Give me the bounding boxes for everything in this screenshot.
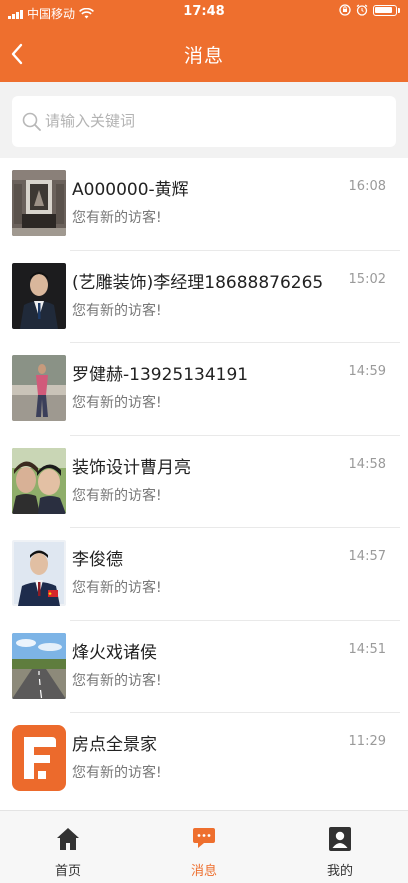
item-preview: 您有新的访客! <box>72 487 162 504</box>
search-box[interactable] <box>12 96 396 147</box>
avatar <box>12 632 66 699</box>
item-time: 16:08 <box>348 179 386 194</box>
item-time: 15:02 <box>348 271 386 287</box>
item-name: (艺雕装饰)李经理18688876265 <box>72 272 324 293</box>
battery-tip <box>398 7 400 13</box>
tab-label: 首页 <box>54 864 81 879</box>
item-time: 14:51 <box>348 641 386 657</box>
header: 中国移动 17:48 消息 <box>0 0 408 82</box>
message-list: A000000-黄辉 16:08 您有新的访客! (艺雕装饰)李经理186888… <box>0 158 408 810</box>
tab-label: 我的 <box>326 864 353 879</box>
list-item[interactable]: 李俊德 14:57 您有新的访客! <box>0 528 408 621</box>
search-icon <box>22 112 41 131</box>
avatar <box>12 540 66 606</box>
list-item[interactable]: 罗健赫-13925134191 14:59 您有新的访客! <box>0 343 408 436</box>
search-area <box>0 82 408 158</box>
tab-messages[interactable]: 消息 <box>136 811 272 883</box>
tab-profile[interactable]: 我的 <box>272 811 408 883</box>
avatar <box>12 355 66 421</box>
page-title: 消息 <box>183 45 224 67</box>
item-name: 烽火戏诸侯 <box>72 642 157 663</box>
list-item[interactable]: (艺雕装饰)李经理18688876265 15:02 您有新的访客! <box>0 251 408 344</box>
profile-icon <box>329 827 351 851</box>
item-name: 罗健赫-13925134191 <box>72 365 249 385</box>
item-name: 房点全景家 <box>72 735 157 755</box>
item-preview: 您有新的访客! <box>72 580 162 596</box>
avatar <box>12 170 66 236</box>
status-bar: 中国移动 17:48 <box>0 0 408 26</box>
avatar <box>12 447 66 514</box>
tab-home[interactable]: 首页 <box>0 811 136 883</box>
tab-label: 消息 <box>190 864 217 879</box>
item-name: 李俊德 <box>72 550 123 570</box>
item-preview: 您有新的访客! <box>72 210 162 226</box>
avatar <box>12 725 66 791</box>
item-preview: 您有新的访客! <box>72 765 162 781</box>
alarm-icon <box>356 4 368 16</box>
item-time: 11:29 <box>348 734 386 749</box>
list-item[interactable]: A000000-黄辉 16:08 您有新的访客! <box>0 158 408 251</box>
item-time: 14:58 <box>348 456 386 472</box>
search-input[interactable] <box>45 108 375 134</box>
tab-bar: 首页 消息 我的 <box>0 810 408 883</box>
item-preview: 您有新的访客! <box>72 302 162 319</box>
status-right <box>339 4 400 16</box>
home-icon <box>57 828 79 850</box>
list-item[interactable]: 装饰设计曹月亮 14:58 您有新的访客! <box>0 436 408 529</box>
orientation-lock-icon <box>339 4 351 16</box>
item-name: A000000-黄辉 <box>72 180 189 200</box>
battery-icon <box>373 4 397 16</box>
item-time: 14:57 <box>348 549 386 564</box>
nav-bar: 消息 <box>0 26 408 82</box>
item-preview: 您有新的访客! <box>72 672 162 689</box>
item-name: 装饰设计曹月亮 <box>72 457 191 478</box>
list-item[interactable]: 房点全景家 11:29 您有新的访客! <box>0 713 408 806</box>
list-item[interactable]: 烽火戏诸侯 14:51 您有新的访客! <box>0 621 408 714</box>
item-preview: 您有新的访客! <box>72 395 162 411</box>
avatar <box>12 262 66 329</box>
item-time: 14:59 <box>348 364 386 379</box>
chat-icon <box>193 828 215 848</box>
